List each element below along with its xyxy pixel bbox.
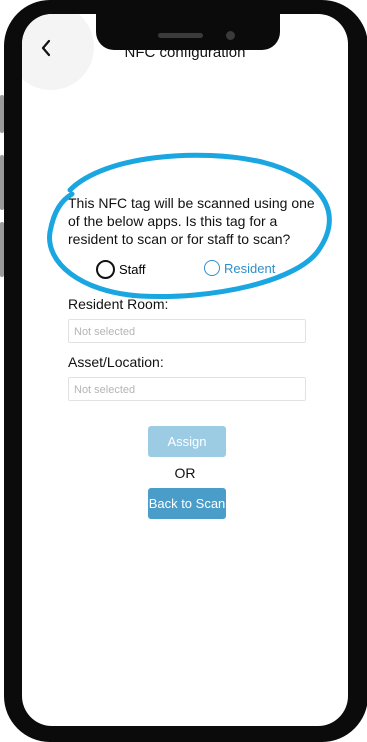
- phone-notch: [96, 14, 280, 50]
- camera: [226, 31, 235, 40]
- speaker: [158, 33, 203, 38]
- annotation-ellipse: [47, 152, 332, 300]
